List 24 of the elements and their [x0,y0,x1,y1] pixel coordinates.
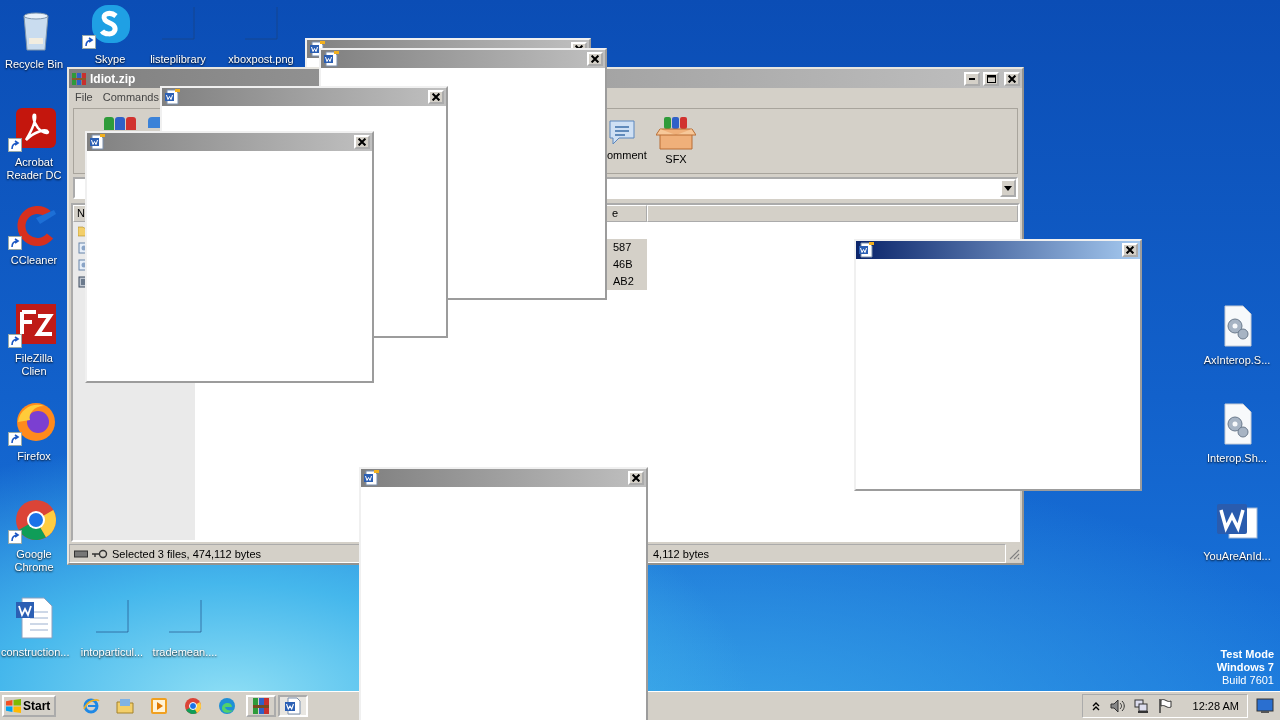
system-notice-text: Build 7601 [1222,674,1274,687]
table-cell: 587 [606,239,647,256]
desktop-icon-label[interactable]: Interop.Sh... [1195,452,1279,465]
desktop-icon-label[interactable]: AxInterop.S... [1195,354,1279,367]
toolbar-button[interactable]: SFX [653,109,699,173]
start-button[interactable]: Start [2,695,57,717]
menu-item[interactable]: File [75,91,93,103]
clock[interactable]: 12:28 AM [1192,700,1239,712]
window-title: Idiot.zip [90,71,136,86]
desktop-icon-label[interactable]: xboxpost.png [219,53,303,66]
system-notice-text: Windows 7 [1216,661,1274,674]
desktop-icon-label[interactable]: Acrobat Reader DC [1,156,67,182]
desktop-icon-label[interactable]: YouAreAnId... [1195,550,1279,563]
desktop-icon-label[interactable]: FileZilla Clien [1,352,67,378]
desktop-icon-label[interactable]: Recycle Bin [1,58,67,71]
desktop-icon-label[interactable]: CCleaner [1,254,67,267]
desktop-icon-label[interactable]: Firefox [1,450,67,463]
status-text: 4,112 bytes [653,547,710,560]
table-cell: AB2 [606,273,647,290]
menu-item[interactable]: Commands [102,91,159,103]
system-notice-text: Test Mode [1220,648,1274,661]
status-text: Selected 3 files, 474,112 bytes [112,547,261,560]
toolbar-button[interactable]: omment [607,109,653,173]
table-cell: 46B [606,256,647,273]
